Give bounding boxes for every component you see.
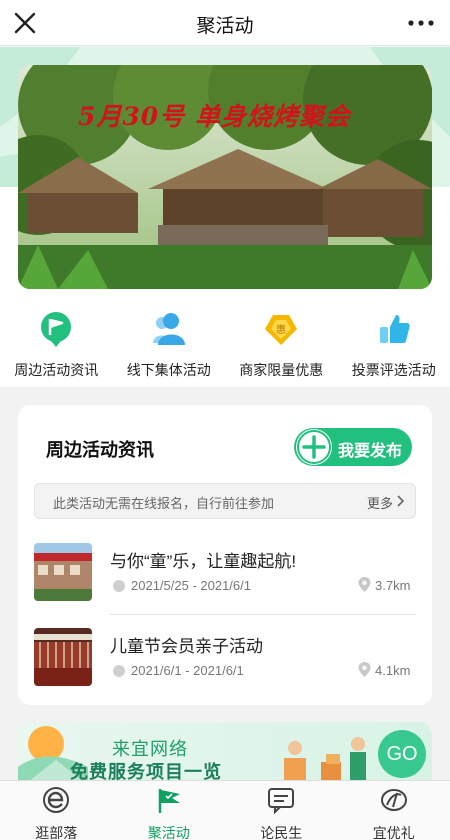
divider xyxy=(110,614,416,615)
go-button[interactable]: GO xyxy=(378,730,426,778)
nearby-news-card: 周边活动资讯 我要发布 此类活动无需在线报名，自行前往参加 更多 与你“童”乐，… xyxy=(18,405,432,705)
promo-banner[interactable]: 来宜网络 免费服务项目一览 GO xyxy=(18,722,432,782)
banner-title: 5月30号 单身烧烤聚会 xyxy=(78,102,351,131)
bottom-tab-bar: 逛部落 聚活动 论民生 宜优礼 xyxy=(0,780,450,840)
calendar-icon xyxy=(113,580,125,592)
quick-link-merchant-deals[interactable]: 惠 商家限量优惠 xyxy=(225,305,338,381)
page-title: 聚活动 xyxy=(196,16,254,37)
event-date: 2021/6/1 - 2021/6/1 xyxy=(131,663,244,678)
location-pin-icon xyxy=(358,662,371,677)
tab-label: 宜优礼 xyxy=(372,825,415,840)
list-item[interactable]: 儿童节会员亲子活动 2021/6/1 - 2021/6/1 4.1km xyxy=(18,616,432,696)
event-distance: 3.7km xyxy=(375,578,411,593)
more-link[interactable]: 更多 xyxy=(367,493,393,512)
chat-bubble-icon xyxy=(268,788,295,815)
promo-people-illustration xyxy=(284,737,366,782)
tab-livelihood[interactable]: 论民生 xyxy=(225,781,338,840)
tab-label: 聚活动 xyxy=(147,825,190,840)
notice-text: 此类活动无需在线报名，自行前往参加 xyxy=(53,496,275,511)
more-dots-icon[interactable] xyxy=(406,9,436,37)
list-item[interactable]: 与你“童”乐，让童趣起航! 2021/5/25 - 2021/6/1 3.7km xyxy=(18,531,432,611)
coupon-icon: 惠 xyxy=(265,315,298,345)
tab-gifts[interactable]: 宜优礼 xyxy=(338,781,450,840)
quick-links: 周边活动资讯 线下集体活动 惠 商家限量优惠 投票评选活动 xyxy=(0,305,450,381)
gift-logo-icon xyxy=(380,789,407,811)
location-pin-icon xyxy=(358,577,371,592)
event-name: 与你“童”乐，让童趣起航! xyxy=(110,552,297,571)
event-name: 儿童节会员亲子活动 xyxy=(110,637,263,656)
quick-link-offline-events[interactable]: 线下集体活动 xyxy=(113,305,226,381)
people-icon xyxy=(152,313,185,345)
section-title: 周边活动资讯 xyxy=(46,440,154,460)
quick-link-nearby-news[interactable]: 周边活动资讯 xyxy=(0,305,113,381)
event-thumbnail xyxy=(34,628,92,686)
quick-link-label: 周边活动资讯 xyxy=(14,362,99,378)
quick-link-label: 商家限量优惠 xyxy=(239,362,324,378)
calendar-icon xyxy=(113,665,125,677)
quick-link-label: 线下集体活动 xyxy=(126,362,211,378)
event-distance: 4.1km xyxy=(375,663,411,678)
promo-line2: 免费服务项目一览 xyxy=(70,762,222,782)
event-date: 2021/5/25 - 2021/6/1 xyxy=(131,578,251,593)
thumbs-up-icon xyxy=(379,315,410,343)
plus-icon xyxy=(296,429,332,465)
top-bar: 聚活动 xyxy=(0,0,450,46)
flag-pin-icon xyxy=(41,312,72,347)
publish-label: 我要发布 xyxy=(338,443,403,460)
tab-label: 逛部落 xyxy=(35,825,78,840)
event-banner[interactable]: 5月30号 单身烧烤聚会 xyxy=(18,65,432,289)
tab-tribe[interactable]: 逛部落 xyxy=(0,781,113,840)
header-section: 5月30号 单身烧烤聚会 周边活动资讯 线下集体活动 惠 商家限量优惠 投票评选… xyxy=(0,47,450,387)
chevron-right-icon[interactable] xyxy=(397,495,405,507)
tab-events[interactable]: 聚活动 xyxy=(113,781,226,840)
notice-bar: 此类活动无需在线报名，自行前往参加 更多 xyxy=(34,483,416,519)
svg-text:惠: 惠 xyxy=(276,323,286,336)
tab-label: 论民生 xyxy=(260,825,303,840)
publish-button[interactable]: 我要发布 xyxy=(294,428,412,466)
flag-icon xyxy=(158,789,180,813)
quick-link-label: 投票评选活动 xyxy=(351,362,436,378)
e-logo-icon xyxy=(43,787,70,813)
event-thumbnail xyxy=(34,543,92,601)
quick-link-voting[interactable]: 投票评选活动 xyxy=(338,305,450,381)
